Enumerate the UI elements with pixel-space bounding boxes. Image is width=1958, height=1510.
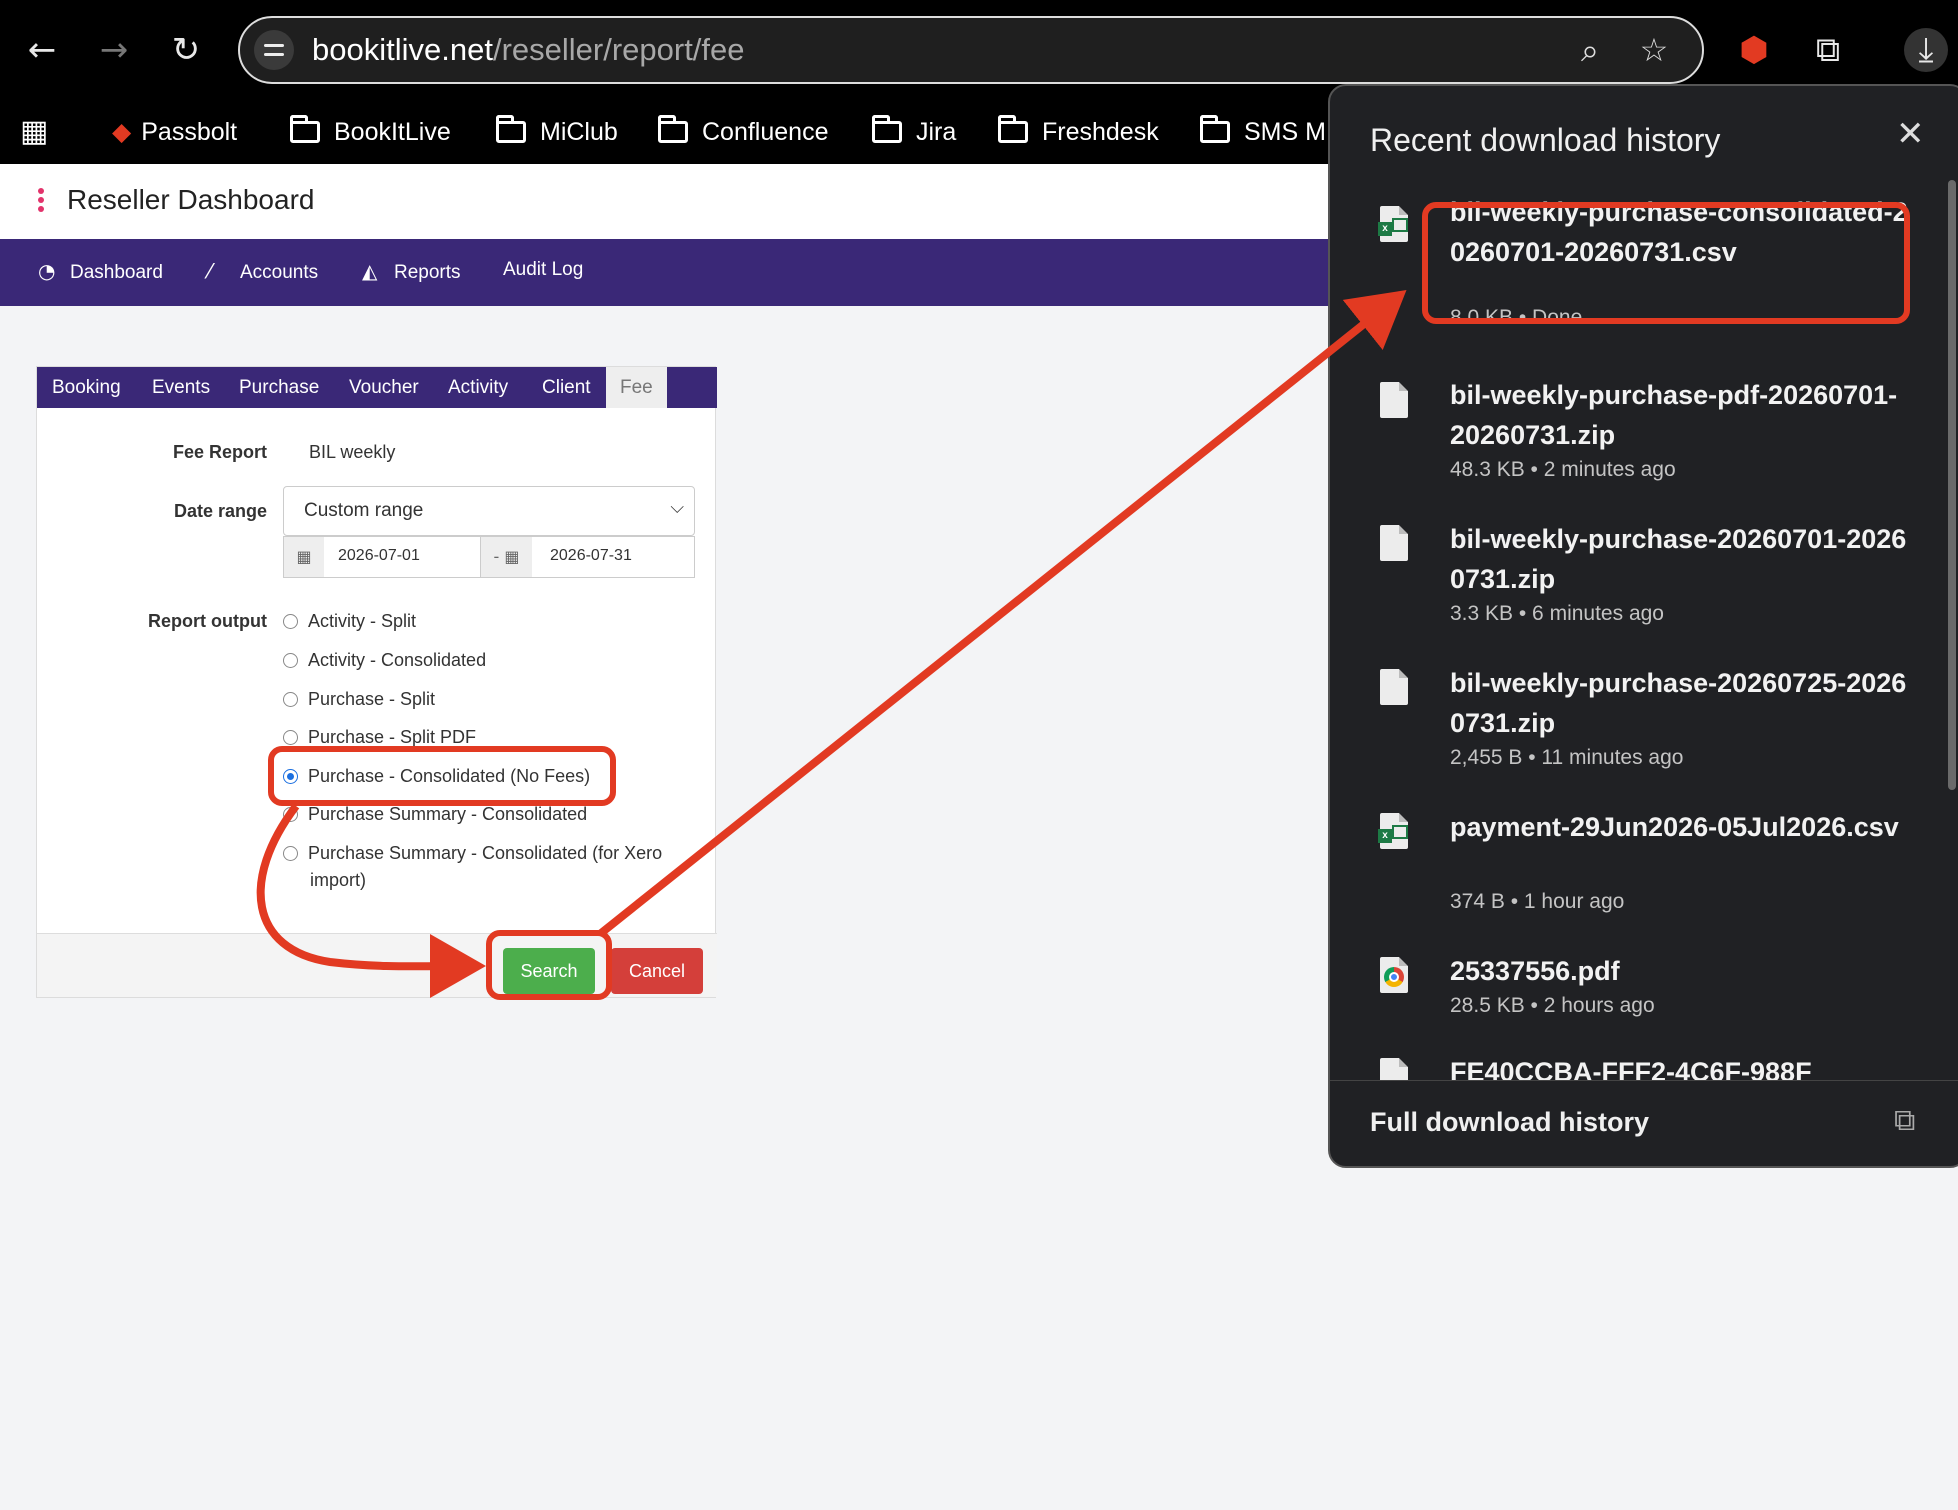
radio-activity-consolidated[interactable]: Activity - Consolidated [283, 650, 486, 671]
bookmark-bookitlive[interactable]: BookItLive [290, 110, 451, 154]
radio-purchase-split-pdf[interactable]: Purchase - Split PDF [283, 727, 476, 748]
folder-icon [998, 115, 1028, 143]
bookmark-jira[interactable]: Jira [872, 110, 956, 154]
download-list: x bil-weekly-purchase-consolidated-20260… [1330, 196, 1958, 1080]
tab-purchase[interactable]: Purchase [225, 367, 333, 408]
site-info-icon[interactable] [254, 30, 294, 70]
download-meta: 3.3 KB • 6 minutes ago [1450, 602, 1664, 625]
tab-booking[interactable]: Booking [38, 367, 135, 408]
close-icon[interactable]: ✕ [1896, 114, 1925, 154]
calendar-icon: - ▦ [480, 537, 532, 577]
fee-report-label: Fee Report [172, 442, 267, 462]
zoom-icon[interactable]: ⌕ [1570, 30, 1610, 70]
radio-xero-label-continued: import) [310, 870, 367, 890]
date-range-label: Date range [173, 501, 267, 521]
report-output-label: Report output [148, 611, 267, 631]
nav-dashboard[interactable]: ◔ Dashboard [38, 259, 163, 284]
bookmark-sms[interactable]: SMS M [1200, 110, 1326, 154]
download-filename: FE40CCBA-FFF2-4C6F-988F [1450, 1057, 1812, 1080]
highlight-search-button [486, 930, 612, 1000]
tab-events[interactable]: Events [138, 367, 224, 408]
date-to-input[interactable]: 2026-07-31 [550, 547, 632, 565]
excel-icon: x [1378, 813, 1412, 851]
download-item[interactable]: FE40CCBA-FFF2-4C6F-988F [1330, 1048, 1930, 1080]
tab-fee[interactable]: Fee [606, 367, 667, 408]
apps-grid-icon[interactable]: ▦ [20, 110, 48, 154]
address-bar[interactable]: bookitlive.net/reseller/report/fee ⌕ ☆ [238, 16, 1704, 84]
reload-icon[interactable]: ↻ [164, 28, 208, 72]
bookmark-miclub[interactable]: MiClub [496, 110, 618, 154]
download-scrollbar[interactable] [1948, 180, 1956, 790]
nav-audit-log[interactable]: Audit Log [503, 259, 583, 281]
extension-icon[interactable]: ⬢ [1732, 28, 1776, 72]
form-actions: Search Cancel [37, 933, 717, 997]
full-download-history-link[interactable]: Full download history ⧉ [1330, 1080, 1958, 1166]
download-icon[interactable]: ⤓ [1904, 28, 1948, 72]
chevron-down-icon: ⌵ [670, 497, 684, 518]
date-range-select[interactable]: Custom range ⌵ [283, 486, 695, 536]
download-item[interactable]: bil-weekly-purchase-20260725-20260731.zi… [1330, 659, 1930, 779]
file-icon [1380, 1058, 1412, 1080]
download-meta: 28.5 KB • 2 hours ago [1450, 994, 1655, 1017]
cancel-button[interactable]: Cancel [611, 948, 703, 994]
file-icon [1380, 669, 1412, 707]
bookmark-star-icon[interactable]: ☆ [1634, 30, 1674, 70]
highlight-selected-output [268, 746, 616, 806]
file-icon [1380, 525, 1412, 563]
calendar-icon: ▦ [284, 537, 324, 577]
download-meta: 48.3 KB • 2 minutes ago [1450, 458, 1676, 481]
download-meta: 374 B • 1 hour ago [1450, 890, 1625, 913]
tab-activity[interactable]: Activity [434, 367, 522, 408]
download-meta: 2,455 B • 11 minutes ago [1450, 746, 1684, 769]
folder-icon [290, 115, 320, 143]
highlight-downloaded-file [1422, 202, 1910, 324]
puzzle-icon[interactable]: ⧉ [1806, 28, 1850, 72]
fee-report-value: BIL weekly [309, 442, 396, 462]
radio-purchase-summary-xero[interactable]: Purchase Summary - Consolidated (for Xer… [283, 843, 662, 864]
download-filename: 25337556.pdf [1450, 956, 1620, 986]
report-panel: Booking Events Purchase Voucher Activity… [36, 366, 717, 998]
download-item[interactable]: x payment-29Jun2026-05Jul2026.csv 374 B … [1330, 803, 1930, 923]
folder-icon [872, 115, 902, 143]
menu-dots-icon[interactable] [38, 188, 44, 215]
arrow-to-download [597, 290, 1407, 938]
download-popup-title: Recent download history [1370, 122, 1721, 158]
download-item[interactable]: bil-weekly-purchase-20260701-20260731.zi… [1330, 515, 1930, 635]
radio-purchase-summary-consolidated[interactable]: Purchase Summary - Consolidated [283, 804, 587, 825]
folder-icon [496, 115, 526, 143]
bookmark-freshdesk[interactable]: Freshdesk [998, 110, 1159, 154]
page-title: Reseller Dashboard [67, 184, 315, 215]
wand-icon: ⁄ [208, 259, 212, 283]
date-from-input[interactable]: 2026-07-01 [338, 547, 420, 565]
full-download-history-label: Full download history [1370, 1107, 1649, 1137]
bookmark-passbolt[interactable]: ◆ Passbolt [112, 110, 237, 154]
radio-activity-split[interactable]: Activity - Split [283, 611, 416, 632]
download-item[interactable]: 25337556.pdf 28.5 KB • 2 hours ago [1330, 947, 1930, 1037]
chrome-icon [1380, 957, 1412, 995]
forward-icon[interactable]: → [92, 28, 136, 72]
tab-client[interactable]: Client [528, 367, 605, 408]
folder-icon [1200, 115, 1230, 143]
file-icon [1380, 382, 1412, 420]
download-item[interactable]: bil-weekly-purchase-pdf-20260701-2026073… [1330, 372, 1930, 492]
excel-icon: x [1378, 206, 1412, 244]
url-text[interactable]: bookitlive.net/reseller/report/fee [312, 32, 745, 68]
download-filename: bil-weekly-purchase-20260701-20260731.zi… [1450, 524, 1907, 594]
bookmark-confluence[interactable]: Confluence [658, 110, 828, 154]
radio-purchase-split[interactable]: Purchase - Split [283, 689, 435, 710]
tab-voucher[interactable]: Voucher [335, 367, 433, 408]
date-inputs: ▦ 2026-07-01 - ▦ 2026-07-31 [283, 536, 695, 578]
open-external-icon: ⧉ [1894, 1103, 1916, 1138]
download-filename: bil-weekly-purchase-pdf-20260701-2026073… [1450, 380, 1898, 450]
back-icon[interactable]: ← [20, 28, 64, 72]
download-filename: payment-29Jun2026-05Jul2026.csv [1450, 812, 1899, 842]
nav-accounts[interactable]: ⁄ Accounts [208, 259, 318, 284]
nav-reports[interactable]: ◭ Reports [362, 259, 461, 284]
chart-icon: ◭ [362, 259, 378, 283]
report-tabs: Booking Events Purchase Voucher Activity… [37, 367, 717, 408]
download-filename: bil-weekly-purchase-20260725-20260731.zi… [1450, 668, 1907, 738]
dashboard-icon: ◔ [38, 259, 56, 283]
folder-icon [658, 115, 688, 143]
